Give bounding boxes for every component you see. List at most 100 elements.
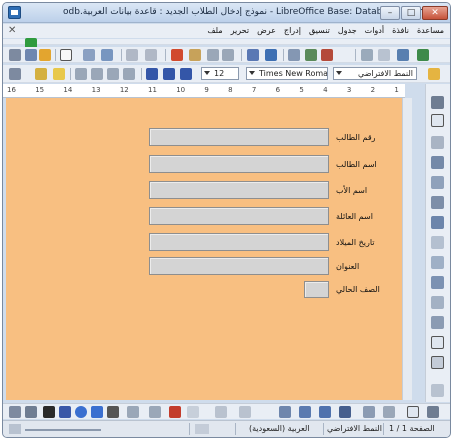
combo-box-icon[interactable]	[431, 256, 444, 269]
student-id-field[interactable]	[149, 128, 329, 146]
select-pointer-icon[interactable]	[431, 96, 444, 109]
callouts-icon[interactable]	[215, 406, 227, 418]
freeform-line-icon[interactable]	[59, 406, 71, 418]
data-sources-icon[interactable]	[397, 49, 409, 61]
font-color-icon[interactable]	[53, 68, 65, 80]
label-control-icon[interactable]	[431, 196, 444, 209]
push-button-icon[interactable]	[431, 276, 444, 289]
family-name-field[interactable]	[149, 207, 329, 225]
zoom-slider[interactable]	[25, 429, 101, 431]
align-right-icon[interactable]	[91, 68, 103, 80]
from-file-icon[interactable]	[299, 406, 311, 418]
line-color-icon[interactable]	[187, 406, 199, 418]
glue-points-icon[interactable]	[383, 406, 395, 418]
design-mode-toggle-icon[interactable]	[431, 114, 444, 127]
align-center-icon[interactable]	[107, 68, 119, 80]
fontwork-icon[interactable]	[279, 406, 291, 418]
cut-icon[interactable]	[207, 49, 219, 61]
toolbar-options-icon[interactable]	[9, 49, 21, 61]
close-button[interactable]: ✕	[422, 6, 448, 20]
redo-icon[interactable]	[145, 49, 157, 61]
rectangle-icon[interactable]	[91, 406, 103, 418]
menu-edit[interactable]: تحرير	[231, 26, 249, 35]
formatting-options-icon[interactable]	[9, 68, 21, 80]
menu-table[interactable]: جدول	[338, 26, 357, 35]
ruler-mark: 7	[251, 86, 257, 94]
minimize-button[interactable]: –	[380, 6, 400, 20]
student-name-field[interactable]	[149, 155, 329, 173]
menu-help[interactable]: مساعدة	[417, 26, 444, 35]
shapes-icon[interactable]	[149, 406, 161, 418]
gallery-icon[interactable]	[378, 49, 390, 61]
save-icon[interactable]	[25, 49, 37, 61]
spellcheck-icon[interactable]	[265, 49, 277, 61]
font-name-combo[interactable]: Times New Roman	[246, 67, 328, 80]
paste-icon[interactable]	[171, 49, 183, 61]
status-language[interactable]: العربية (السعودية)	[249, 424, 310, 433]
maximize-button[interactable]: □	[401, 6, 421, 20]
navigator-icon[interactable]	[361, 49, 373, 61]
italic-icon[interactable]	[163, 68, 175, 80]
current-grade-field[interactable]	[304, 281, 329, 298]
control-wizard-icon[interactable]	[431, 136, 444, 149]
bold-icon[interactable]	[180, 68, 192, 80]
formatted-field-icon[interactable]	[431, 296, 444, 309]
undo-icon[interactable]	[126, 49, 138, 61]
option-button-icon[interactable]	[431, 216, 444, 229]
styles-icon[interactable]	[428, 68, 440, 80]
menu-window[interactable]: نافذة	[392, 26, 409, 35]
vertical-scrollbar[interactable]	[402, 98, 412, 400]
table-icon[interactable]	[288, 49, 300, 61]
line-icon[interactable]	[107, 406, 119, 418]
zoom-slider-icon[interactable]	[9, 424, 21, 434]
fill-color-icon[interactable]	[169, 406, 181, 418]
copy-icon[interactable]	[222, 49, 234, 61]
font-size-combo[interactable]: 12	[201, 67, 239, 80]
menu-file[interactable]: ملف	[207, 26, 222, 35]
points-icon[interactable]	[363, 406, 375, 418]
design-mode-bottom-icon[interactable]	[407, 406, 419, 418]
highlight-icon[interactable]	[35, 68, 47, 80]
underline-icon[interactable]	[146, 68, 158, 80]
menu-tools[interactable]: أدوات	[365, 26, 384, 35]
align-left-icon[interactable]	[123, 68, 135, 80]
more-controls-icon[interactable]	[431, 384, 444, 397]
form-properties-icon[interactable]	[431, 356, 444, 369]
chevron-down-icon	[336, 71, 342, 75]
form-canvas[interactable]: رقم الطالب اسم الطالب اسم الأب اسم العائ…	[6, 98, 402, 400]
drawing-options-icon[interactable]	[9, 406, 21, 418]
zoom-icon[interactable]	[417, 49, 429, 61]
ellipse-icon[interactable]	[75, 406, 87, 418]
status-style[interactable]: النمط الافتراضي	[327, 424, 382, 433]
form-navigator-icon[interactable]	[83, 49, 95, 61]
menu-insert[interactable]: إدراج	[284, 26, 301, 35]
chart-icon[interactable]	[321, 49, 333, 61]
gallery-drawing-icon[interactable]	[339, 406, 351, 418]
form-design-icon[interactable]	[431, 336, 444, 349]
selection-mode-icon[interactable]	[195, 424, 209, 434]
align-justify-icon[interactable]	[75, 68, 87, 80]
pointer-bottom-icon[interactable]	[427, 406, 439, 418]
design-mode-icon[interactable]	[60, 49, 72, 61]
menu-format[interactable]: تنسيق	[309, 26, 330, 35]
address-field[interactable]	[149, 257, 329, 275]
arrow-icon[interactable]	[127, 406, 139, 418]
birth-date-field[interactable]	[149, 233, 329, 251]
list-box-icon[interactable]	[431, 236, 444, 249]
text-icon[interactable]	[43, 406, 55, 418]
father-name-field[interactable]	[149, 181, 329, 199]
image-icon[interactable]	[305, 49, 317, 61]
clone-formatting-icon[interactable]	[189, 49, 201, 61]
paragraph-style-combo[interactable]: النمط الافتراضي	[333, 67, 417, 80]
stars-icon[interactable]	[239, 406, 251, 418]
status-page[interactable]: الصفحة 1 / 1	[389, 424, 435, 433]
group-box-icon[interactable]	[431, 316, 444, 329]
find-replace-icon[interactable]	[247, 49, 259, 61]
checkbox-control-icon[interactable]	[431, 156, 444, 169]
print-icon[interactable]	[101, 49, 113, 61]
extrusion-icon[interactable]	[319, 406, 331, 418]
edit-file-icon[interactable]	[39, 49, 51, 61]
select-icon[interactable]	[25, 406, 37, 418]
menu-view[interactable]: عرض	[257, 26, 276, 35]
text-box-control-icon[interactable]	[431, 176, 444, 189]
